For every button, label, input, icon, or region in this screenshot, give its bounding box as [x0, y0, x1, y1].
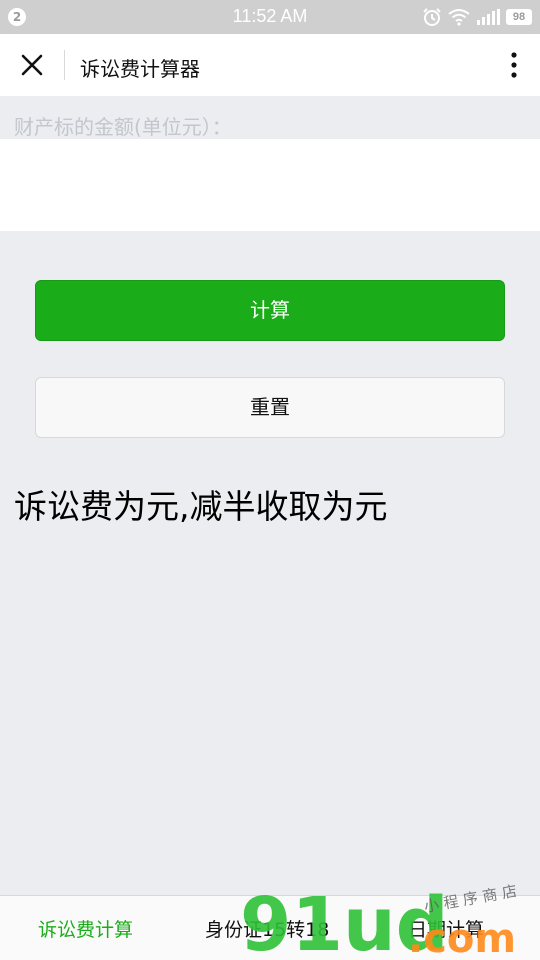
close-icon	[21, 54, 43, 76]
more-button[interactable]	[502, 47, 526, 83]
amount-label: 财产标的金额(单位元）：	[14, 115, 232, 139]
calculate-button[interactable]: 计算	[35, 280, 505, 341]
close-button[interactable]	[10, 45, 54, 85]
status-bar: 2 11:52 AM 98	[0, 0, 540, 34]
tab-id-convert[interactable]: 身份证15转18	[205, 915, 329, 942]
title-bar: 诉讼费计算器	[0, 34, 540, 96]
more-vertical-icon	[511, 52, 517, 78]
reset-button[interactable]: 重置	[35, 377, 505, 438]
alarm-icon	[423, 8, 441, 26]
tab-bar: 诉讼费计算 身份证15转18 日期计算	[0, 895, 540, 960]
title-divider	[64, 50, 65, 80]
status-icons: 98	[422, 6, 532, 28]
battery-icon: 98	[506, 9, 532, 25]
wifi-icon	[448, 9, 470, 26]
tab-lawsuit-fee[interactable]: 诉讼费计算	[38, 915, 133, 942]
page-title: 诉讼费计算器	[80, 57, 200, 81]
tab-date-calc[interactable]: 日期计算	[408, 915, 484, 942]
signal-icon	[477, 9, 500, 25]
amount-input[interactable]	[0, 139, 540, 231]
result-text: 诉讼费为元,减半收取为元	[14, 487, 388, 526]
